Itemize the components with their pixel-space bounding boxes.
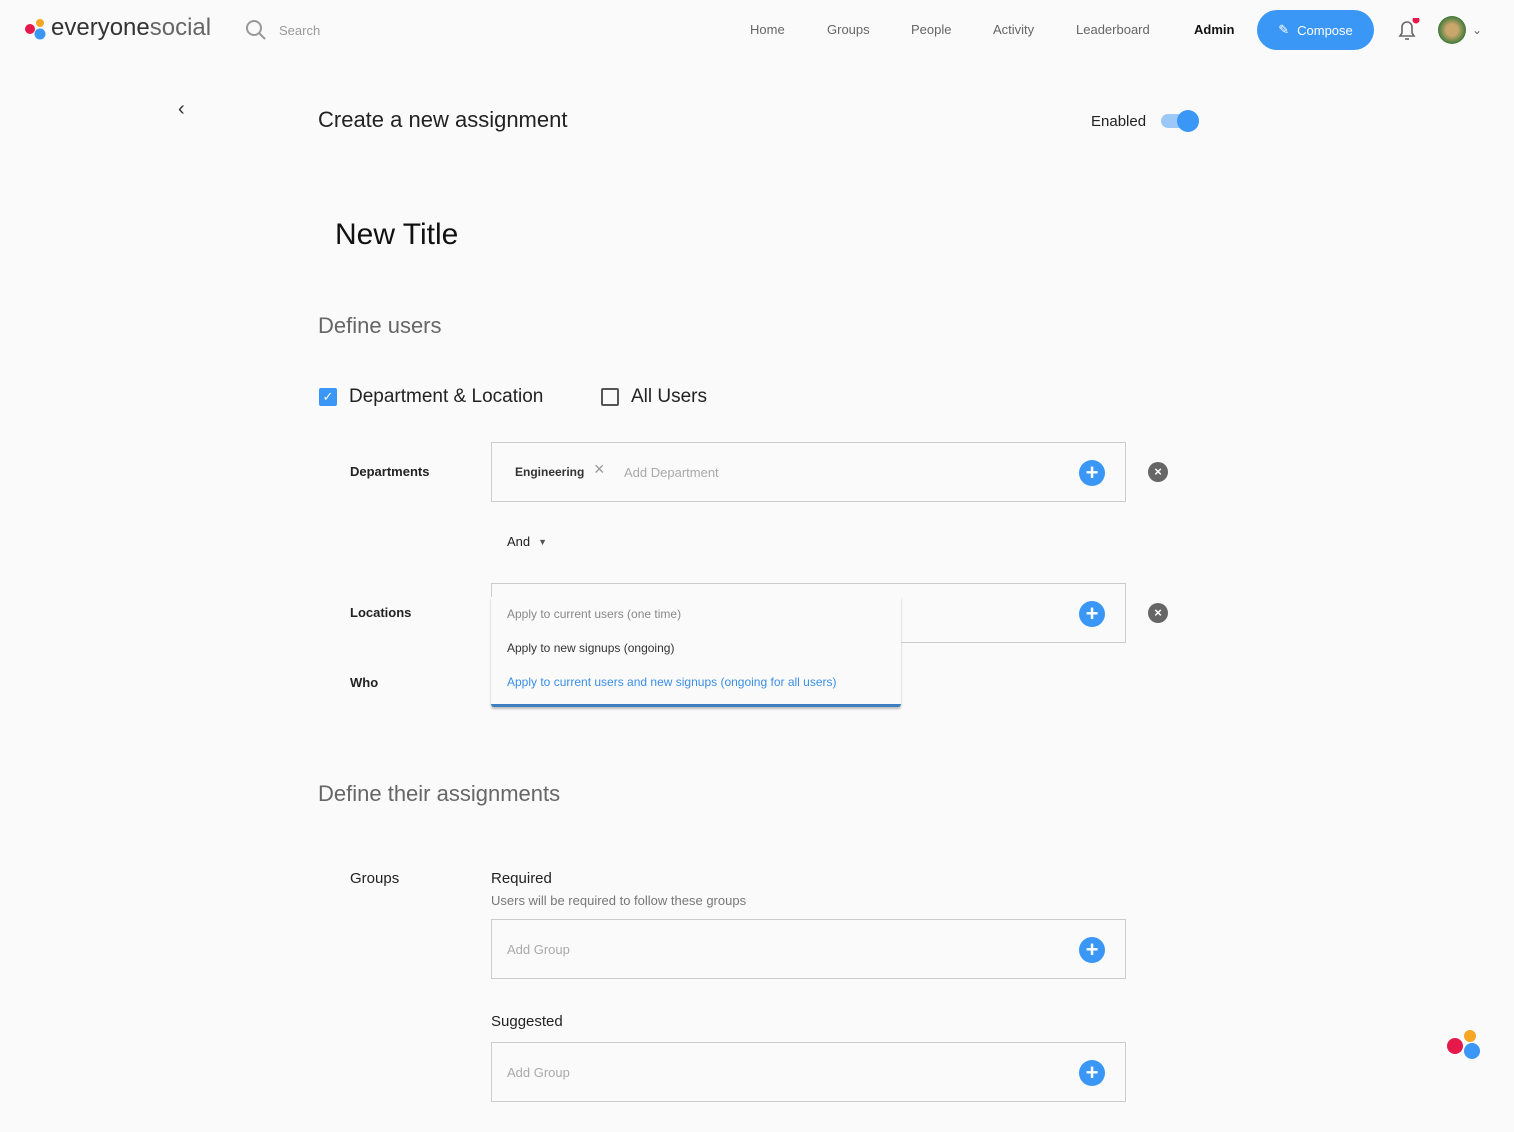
brand-name: everyonesocial xyxy=(51,14,212,41)
nav-groups[interactable]: Groups xyxy=(827,22,870,37)
nav-people[interactable]: People xyxy=(911,22,951,37)
avatar xyxy=(1438,16,1466,44)
add-department-button[interactable]: + xyxy=(1079,460,1105,486)
department-tag: Engineering xyxy=(515,465,585,479)
required-description: Users will be required to follow these g… xyxy=(491,893,747,908)
nav-activity[interactable]: Activity xyxy=(993,22,1034,37)
user-menu[interactable]: ⌄ xyxy=(1438,16,1482,44)
nav-home[interactable]: Home xyxy=(750,22,785,37)
checkbox-checked-icon: ✓ xyxy=(319,388,337,406)
pencil-icon: ✎ xyxy=(1278,22,1290,37)
remove-locations-button[interactable]: × xyxy=(1148,603,1168,623)
groups-label: Groups xyxy=(350,870,400,887)
page-title: Create a new assignment xyxy=(318,107,568,132)
locations-label: Locations xyxy=(350,605,412,620)
required-groups-input[interactable]: Add Group + xyxy=(491,919,1126,979)
enabled-label: Enabled xyxy=(1091,113,1147,130)
checkbox-unchecked-icon xyxy=(601,388,619,406)
who-option[interactable]: Apply to current users (one time) xyxy=(507,607,681,621)
add-required-group-button[interactable]: + xyxy=(1079,937,1105,963)
caret-down-icon: ▼ xyxy=(538,537,548,547)
define-assignments-heading: Define their assignments xyxy=(318,781,561,806)
who-option[interactable]: Apply to new signups (ongoing) xyxy=(507,641,674,655)
chat-logo-icon xyxy=(1447,1030,1480,1059)
required-heading: Required xyxy=(491,870,552,887)
search-box[interactable]: Search xyxy=(245,19,320,41)
search-input[interactable]: Search xyxy=(279,23,320,38)
remove-tag-icon[interactable]: × xyxy=(594,459,605,480)
add-location-button[interactable]: + xyxy=(1079,601,1105,627)
departments-input[interactable]: Engineering × Add Department + xyxy=(491,442,1126,502)
who-option-selected[interactable]: Apply to current users and new signups (… xyxy=(507,675,837,689)
search-icon xyxy=(246,20,266,40)
chat-widget-button[interactable] xyxy=(1445,1026,1483,1069)
assignment-title-input[interactable]: New Title xyxy=(335,218,458,252)
operator-dropdown[interactable]: And ▼ xyxy=(507,534,547,549)
back-button[interactable]: ‹ xyxy=(178,98,185,121)
logo-icon xyxy=(25,19,46,40)
bell-icon xyxy=(1398,16,1420,40)
all-users-checkbox[interactable]: All Users xyxy=(601,386,707,408)
enabled-toggle[interactable] xyxy=(1161,110,1199,132)
who-dropdown-menu[interactable]: Apply to current users (one time) Apply … xyxy=(491,597,901,707)
suggested-heading: Suggested xyxy=(491,1013,563,1030)
define-users-heading: Define users xyxy=(318,313,442,338)
nav-admin[interactable]: Admin xyxy=(1194,22,1234,37)
notifications-button[interactable] xyxy=(1396,16,1420,47)
compose-button[interactable]: ✎ Compose xyxy=(1257,10,1374,50)
remove-departments-button[interactable]: × xyxy=(1148,462,1168,482)
suggested-groups-input[interactable]: Add Group + xyxy=(491,1042,1126,1102)
nav-leaderboard[interactable]: Leaderboard xyxy=(1076,22,1150,37)
departments-label: Departments xyxy=(350,464,430,479)
department-placeholder[interactable]: Add Department xyxy=(624,465,719,480)
dept-location-checkbox[interactable]: ✓ Department & Location xyxy=(319,386,543,408)
chevron-down-icon: ⌄ xyxy=(1472,23,1483,37)
who-label: Who xyxy=(350,675,379,690)
logo[interactable]: everyonesocial xyxy=(24,14,211,42)
add-suggested-group-button[interactable]: + xyxy=(1079,1060,1105,1086)
